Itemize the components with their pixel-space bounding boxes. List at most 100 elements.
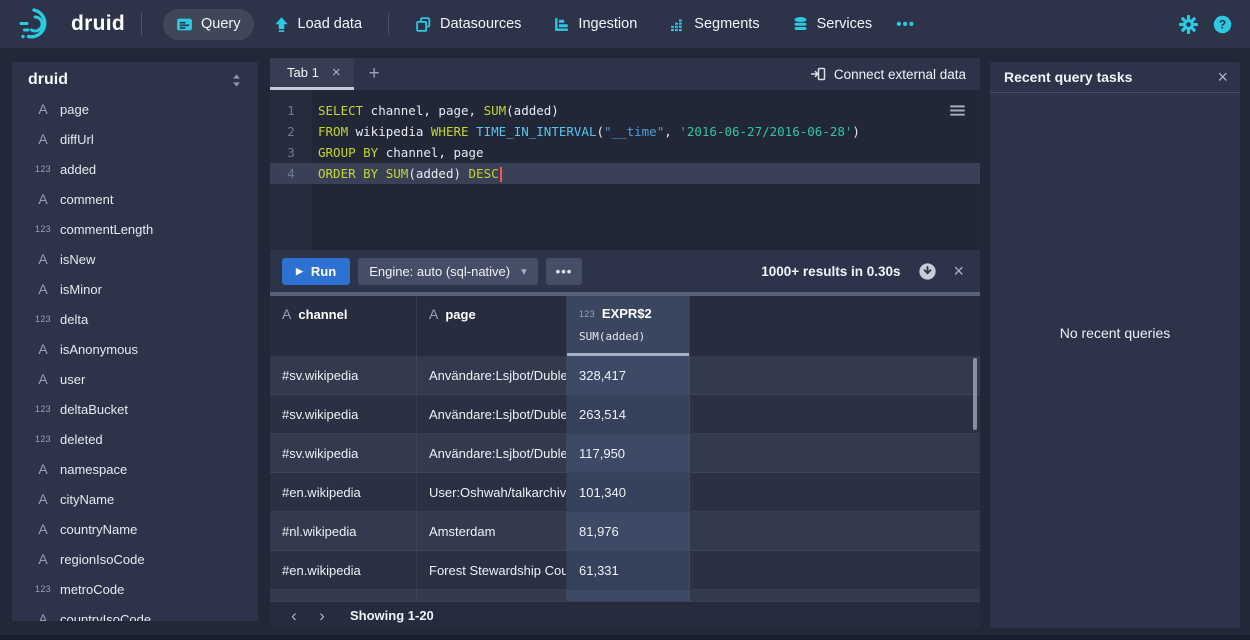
table-cell[interactable]: 328,417 bbox=[567, 356, 690, 394]
table-cell[interactable]: Användare:Lsjbot/Duble bbox=[417, 395, 567, 433]
table-cell[interactable]: Forest Stewardship Cou bbox=[417, 551, 567, 589]
column-name: user bbox=[60, 372, 85, 387]
editor-menu-icon[interactable] bbox=[949, 102, 966, 119]
sidebar-column-deltaBucket[interactable]: 123deltaBucket bbox=[12, 394, 258, 424]
nav-item-load-data[interactable]: Load data bbox=[260, 9, 376, 40]
settings-gear-icon[interactable] bbox=[1179, 15, 1198, 34]
table-cell[interactable]: Användare:Lsjbot/Duble bbox=[417, 356, 567, 394]
column-name: isMinor bbox=[60, 282, 102, 297]
next-page-button[interactable]: › bbox=[308, 603, 336, 628]
column-name: page bbox=[60, 102, 89, 117]
connect-external-data-icon bbox=[810, 66, 826, 82]
sidebar-column-countryIsoCode[interactable]: AcountryIsoCode bbox=[12, 604, 258, 621]
connect-external-data-button[interactable]: Connect external data bbox=[810, 66, 980, 82]
sidebar-column-isMinor[interactable]: AisMinor bbox=[12, 274, 258, 304]
code-line-3[interactable]: 3GROUP BY channel, page bbox=[270, 142, 980, 163]
tasks-panel-close-icon[interactable]: × bbox=[1217, 67, 1228, 88]
sidebar-column-isNew[interactable]: AisNew bbox=[12, 244, 258, 274]
number-type-icon: 123 bbox=[28, 314, 58, 324]
column-header-label: EXPR$2 bbox=[602, 306, 652, 321]
column-header-filler bbox=[690, 296, 980, 356]
sidebar-column-cityName[interactable]: AcityName bbox=[12, 484, 258, 514]
run-button[interactable]: ▶ Run bbox=[282, 258, 350, 285]
sidebar-column-page[interactable]: Apage bbox=[12, 94, 258, 124]
top-navbar: druid QueryLoad data DatasourcesIngestion… bbox=[0, 0, 1250, 48]
table-cell[interactable]: #sv.wikipedia bbox=[270, 395, 417, 433]
sidebar-column-deleted[interactable]: 123deleted bbox=[12, 424, 258, 454]
table-cell[interactable]: 263,514 bbox=[567, 395, 690, 433]
sidebar-column-isAnonymous[interactable]: AisAnonymous bbox=[12, 334, 258, 364]
nav-item-query[interactable]: Query bbox=[163, 9, 254, 40]
code-line-1[interactable]: 1SELECT channel, page, SUM(added) bbox=[270, 100, 980, 121]
download-results-icon[interactable] bbox=[918, 262, 937, 281]
tab-bar: Tab 1 × + Connect external data bbox=[270, 58, 980, 90]
table-cell[interactable]: #en.wikipedia bbox=[270, 473, 417, 511]
table-cell[interactable] bbox=[270, 590, 417, 601]
code-line-2[interactable]: 2FROM wikipedia WHERE TIME_IN_INTERVAL("… bbox=[270, 121, 980, 142]
column-name: isAnonymous bbox=[60, 342, 138, 357]
sidebar-column-comment[interactable]: Acomment bbox=[12, 184, 258, 214]
table-cell[interactable]: 117,950 bbox=[567, 434, 690, 472]
table-cell[interactable]: Amsterdam bbox=[417, 512, 567, 550]
table-cell[interactable]: #en.wikipedia bbox=[270, 551, 417, 589]
column-name: isNew bbox=[60, 252, 95, 267]
query-more-button[interactable]: ••• bbox=[546, 258, 583, 285]
number-type-icon: 123 bbox=[579, 309, 595, 319]
nav-item-services[interactable]: Services bbox=[779, 9, 886, 40]
tasks-empty-message: No recent queries bbox=[990, 93, 1240, 341]
druid-logo[interactable]: druid bbox=[18, 6, 125, 42]
column-header-top: Achannel bbox=[282, 306, 416, 322]
code-text: FROM wikipedia WHERE TIME_IN_INTERVAL("_… bbox=[312, 121, 860, 142]
column-name: regionIsoCode bbox=[60, 552, 145, 567]
nav-item-datasources[interactable]: Datasources bbox=[402, 9, 534, 40]
sidebar-column-regionIsoCode[interactable]: AregionIsoCode bbox=[12, 544, 258, 574]
column-name: deleted bbox=[60, 432, 103, 447]
nav-more-button[interactable]: ••• bbox=[888, 10, 923, 39]
table-cell[interactable] bbox=[567, 590, 690, 601]
sidebar-column-namespace[interactable]: Anamespace bbox=[12, 454, 258, 484]
column-header-top: 123 EXPR$2 bbox=[579, 306, 689, 321]
column-header-subtitle: SUM(added) bbox=[579, 330, 689, 343]
sidebar-column-user[interactable]: Auser bbox=[12, 364, 258, 394]
sidebar-column-metroCode[interactable]: 123metroCode bbox=[12, 574, 258, 604]
sql-editor[interactable]: 1SELECT channel, page, SUM(added)2FROM w… bbox=[270, 90, 980, 250]
table-cell[interactable]: User:Oshwah/talkarchiv bbox=[417, 473, 567, 511]
tab-query-1[interactable]: Tab 1 × bbox=[270, 58, 354, 90]
table-cell[interactable]: #nl.wikipedia bbox=[270, 512, 417, 550]
column-name: deltaBucket bbox=[60, 402, 128, 417]
nav-item-segments[interactable]: Segments bbox=[656, 9, 772, 40]
column-header-channel[interactable]: Achannel bbox=[270, 296, 417, 356]
nav-item-ingestion[interactable]: Ingestion bbox=[540, 9, 650, 40]
previous-page-button[interactable]: ‹ bbox=[280, 603, 308, 628]
column-header-label: channel bbox=[298, 307, 347, 322]
double-caret-sort-icon[interactable] bbox=[229, 73, 244, 88]
results-summary: 1000+ results in 0.30s bbox=[761, 264, 900, 279]
clear-results-icon[interactable]: × bbox=[951, 261, 966, 282]
sidebar-column-commentLength[interactable]: 123commentLength bbox=[12, 214, 258, 244]
table-cell-filler bbox=[690, 512, 980, 550]
engine-select[interactable]: Engine: auto (sql-native) ▾ bbox=[358, 258, 537, 285]
table-cell[interactable]: #sv.wikipedia bbox=[270, 434, 417, 472]
table-cell[interactable] bbox=[417, 590, 567, 601]
table-row: #sv.wikipediaAnvändare:Lsjbot/Duble263,5… bbox=[270, 395, 980, 434]
table-cell[interactable]: 81,976 bbox=[567, 512, 690, 550]
sidebar-column-diffUrl[interactable]: AdiffUrl bbox=[12, 124, 258, 154]
table-row-partial bbox=[270, 590, 980, 601]
tab-close-icon[interactable]: × bbox=[332, 64, 341, 81]
sidebar-column-added[interactable]: 123added bbox=[12, 154, 258, 184]
nav-divider bbox=[388, 13, 389, 35]
table-cell[interactable]: 61,331 bbox=[567, 551, 690, 589]
sidebar-column-delta[interactable]: 123delta bbox=[12, 304, 258, 334]
new-tab-button[interactable]: + bbox=[369, 63, 380, 85]
table-cell[interactable]: 101,340 bbox=[567, 473, 690, 511]
table-cell[interactable]: #sv.wikipedia bbox=[270, 356, 417, 394]
column-header-page[interactable]: Apage bbox=[417, 296, 567, 356]
table-scrollbar[interactable] bbox=[973, 358, 977, 430]
column-header-EXPR$2[interactable]: 123 EXPR$2 SUM(added) bbox=[567, 296, 690, 356]
sidebar-header: druid bbox=[12, 62, 258, 94]
string-type-icon: A bbox=[28, 551, 58, 567]
code-line-4[interactable]: 4ORDER BY SUM(added) DESC bbox=[270, 163, 980, 184]
help-icon[interactable]: ? bbox=[1213, 15, 1232, 34]
sidebar-column-countryName[interactable]: AcountryName bbox=[12, 514, 258, 544]
table-cell[interactable]: Användare:Lsjbot/Duble bbox=[417, 434, 567, 472]
